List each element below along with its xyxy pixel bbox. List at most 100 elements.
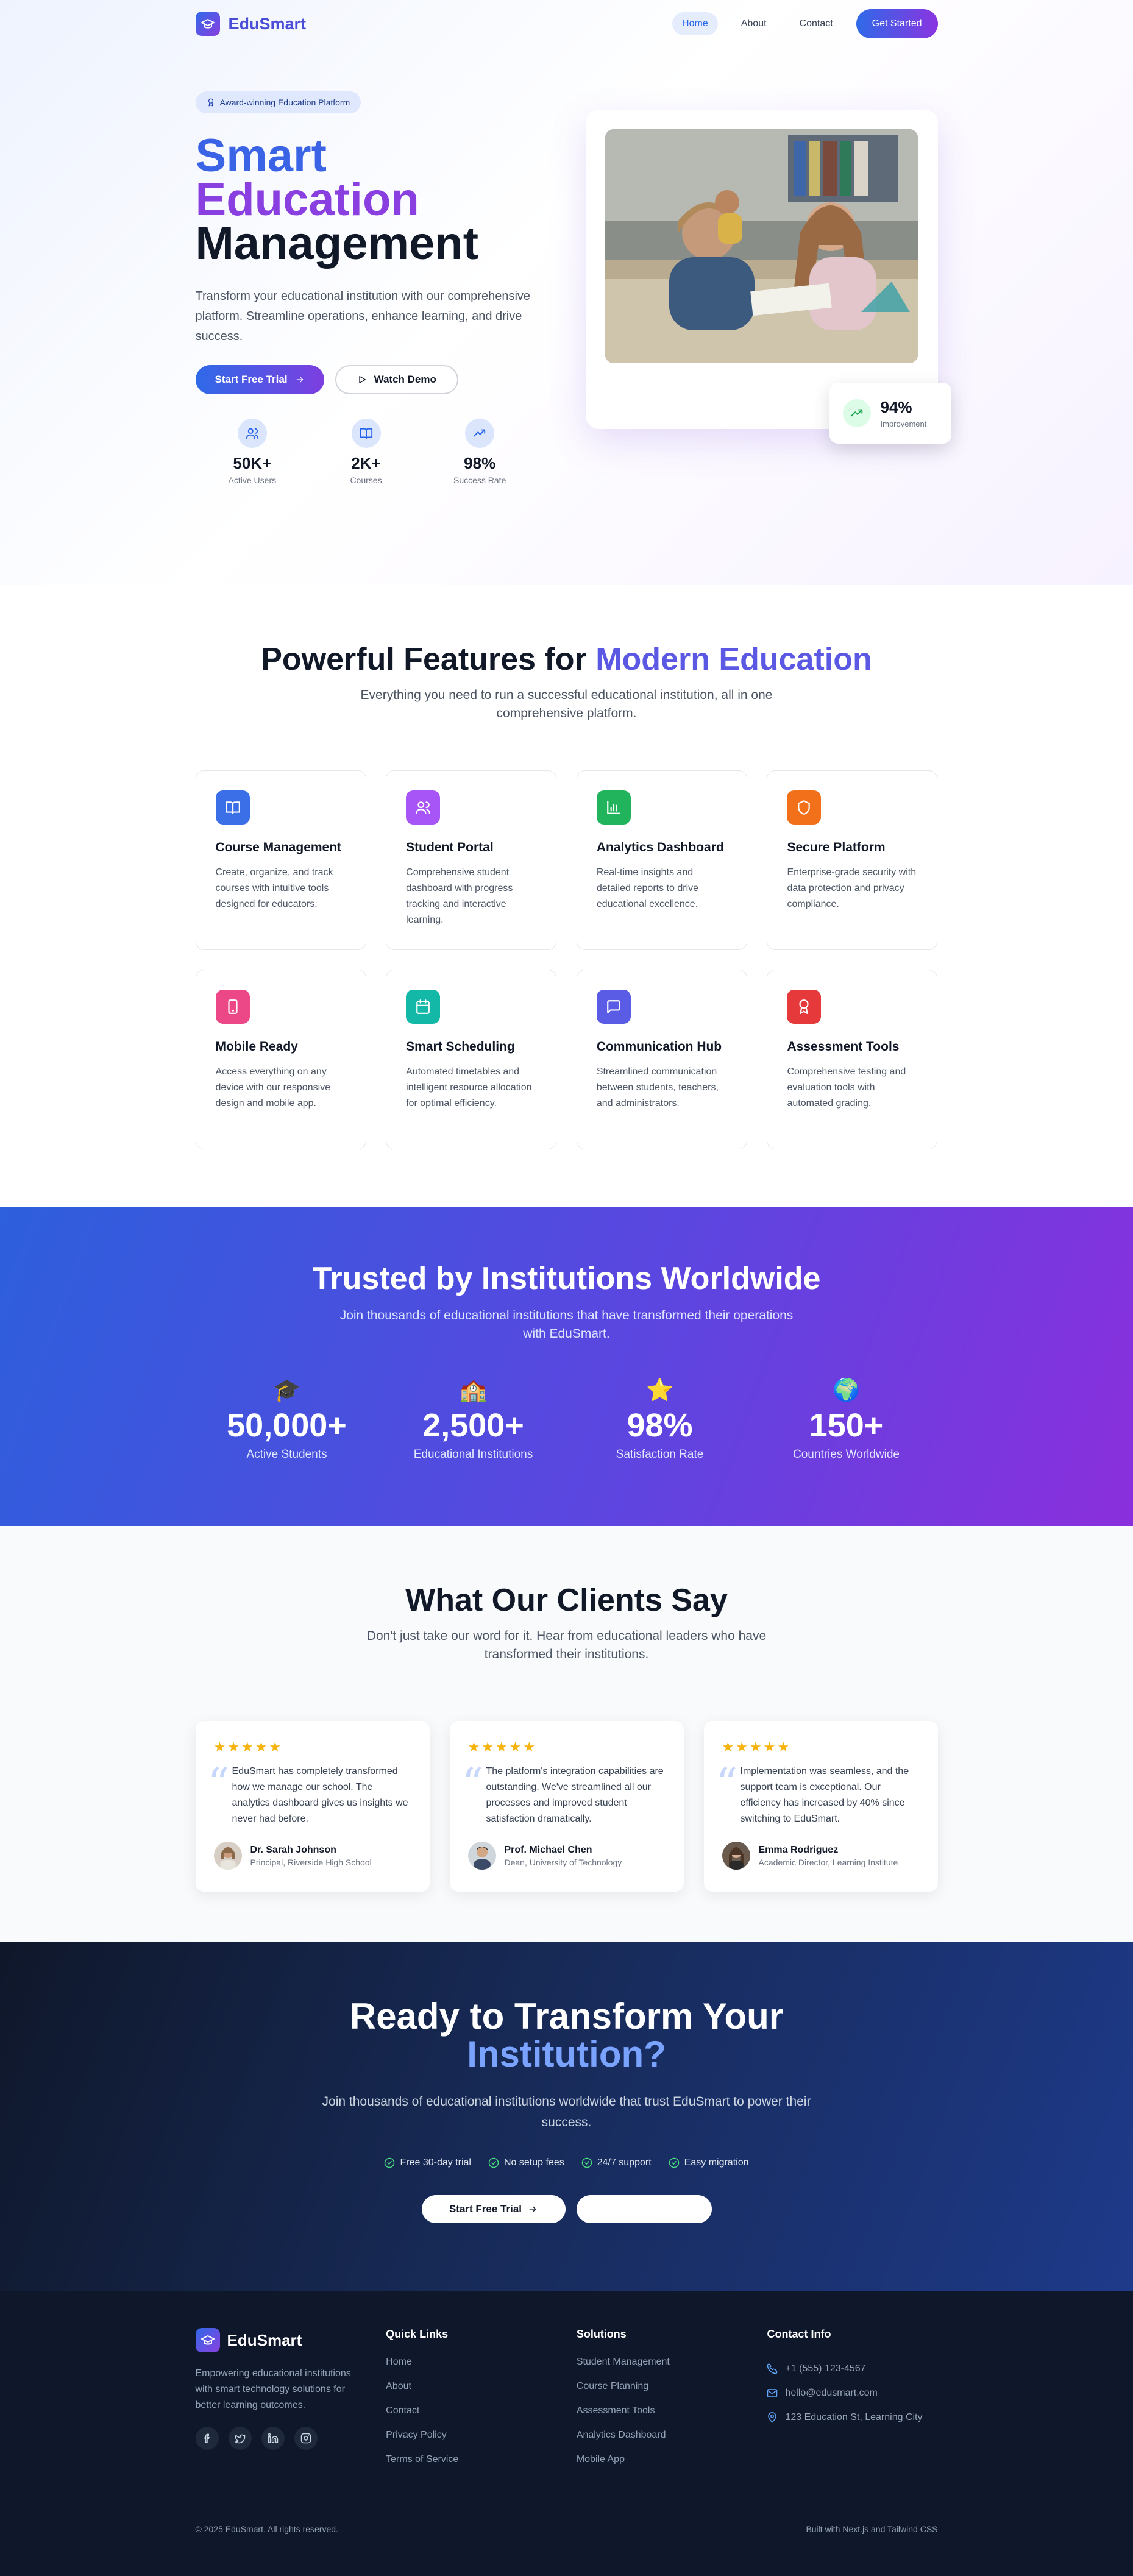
feature-card-secure-platform: Secure Platform Enterprise-grade securit… <box>767 770 938 950</box>
trust-stat-value: 150+ <box>809 1407 884 1444</box>
feature-title: Secure Platform <box>787 840 886 854</box>
get-started-button[interactable]: Get Started <box>856 9 938 38</box>
trust-stats: 🎓 50,000+ Active Students 🏫 2,500+ Educa… <box>196 1377 938 1461</box>
hero-title-line2: Education <box>195 174 419 225</box>
linkedin-icon[interactable] <box>261 2427 285 2450</box>
graduation-cap-emoji-icon: 🎓 <box>273 1377 300 1402</box>
footer-link-student-management[interactable]: Student Management <box>577 2357 747 2381</box>
brand[interactable]: EduSmart <box>195 12 306 36</box>
trust-stat: 🌍 150+ Countries Worldwide <box>755 1377 938 1461</box>
check-item-label: Free 30-day trial <box>400 2157 471 2168</box>
footer-link-terms[interactable]: Terms of Service <box>386 2454 556 2478</box>
testimonial-quote: The platform's integration capabilities … <box>486 1766 664 1824</box>
feature-desc: Real-time insights and detailed reports … <box>596 867 699 909</box>
feature-desc: Automated timetables and intelligent res… <box>406 1066 532 1109</box>
start-free-trial-button[interactable]: Start Free Trial <box>195 365 324 394</box>
hero-title-line1: Smart <box>195 130 327 182</box>
improvement-card: 94% Improvement <box>829 383 951 444</box>
contact-phone[interactable]: +1 (555) 123-4567 <box>767 2357 937 2381</box>
hero-content: Award-winning Education Platform Smart E… <box>195 91 537 485</box>
contact-email[interactable]: hello@edusmart.com <box>767 2381 937 2405</box>
trust-section: Trusted by Institutions Worldwide Join t… <box>0 1207 1133 1526</box>
hero-stat-label: Success Rate <box>453 475 506 485</box>
graduation-cap-icon <box>195 2328 220 2352</box>
smartphone-icon <box>215 990 250 1024</box>
footer-link-mobile-app[interactable]: Mobile App <box>577 2454 747 2478</box>
cta-start-free-trial-button[interactable]: Start Free Trial <box>421 2195 566 2223</box>
footer-link-privacy-policy[interactable]: Privacy Policy <box>386 2430 556 2454</box>
start-free-trial-label: Start Free Trial <box>215 374 288 385</box>
facebook-icon[interactable] <box>195 2427 219 2450</box>
features-grid: Course Management Create, organize, and … <box>195 770 938 1149</box>
rating-stars-icon: ★★★★★ <box>213 1739 283 1755</box>
footer-link-home[interactable]: Home <box>386 2357 556 2381</box>
testimonials-grid: ★★★★★ “ EduSmart has completely transfor… <box>195 1721 938 1892</box>
footer-contact: Contact Info +1 (555) 123-4567 hello@edu… <box>767 2328 937 2478</box>
contact-phone-text: +1 (555) 123-4567 <box>785 2363 866 2374</box>
phone-icon <box>767 2363 778 2374</box>
school-emoji-icon: 🏫 <box>460 1377 487 1402</box>
watch-demo-label: Watch Demo <box>374 374 436 385</box>
footer-link-contact[interactable]: Contact <box>386 2405 556 2430</box>
contact-heading: Contact Info <box>767 2328 831 2340</box>
hero-image-card <box>585 110 938 429</box>
solutions-list: Student Management Course Planning Asses… <box>577 2357 747 2478</box>
feature-title: Mobile Ready <box>215 1040 298 1054</box>
testimonial-card: ★★★★★ “ EduSmart has completely transfor… <box>195 1721 430 1892</box>
footer-brand[interactable]: EduSmart <box>195 2328 366 2352</box>
avatar <box>467 1842 496 1870</box>
trust-stat-value: 2,500+ <box>422 1407 524 1444</box>
quick-links-heading: Quick Links <box>386 2328 449 2340</box>
improvement-value: 94% <box>880 398 912 416</box>
author-name: Dr. Sarah Johnson <box>250 1844 336 1855</box>
watch-demo-button[interactable]: Watch Demo <box>335 365 458 394</box>
cta-secondary-button[interactable] <box>576 2195 712 2223</box>
award-icon <box>787 990 822 1024</box>
testimonial-author: Prof. Michael Chen Dean, University of T… <box>467 1842 666 1870</box>
footer-link-analytics-dashboard[interactable]: Analytics Dashboard <box>577 2430 747 2454</box>
arrow-right-icon <box>295 375 305 385</box>
trust-stat: 🎓 50,000+ Active Students <box>196 1377 378 1461</box>
footer-link-course-planning[interactable]: Course Planning <box>577 2381 747 2405</box>
footer-brand-name: EduSmart <box>227 2330 302 2349</box>
award-icon <box>207 98 215 107</box>
trust-stat-label: Active Students <box>246 1448 327 1461</box>
testimonial-card: ★★★★★ “ Implementation was seamless, and… <box>703 1721 938 1892</box>
nav-link-home[interactable]: Home <box>672 12 718 35</box>
feature-desc: Enterprise-grade security with data prot… <box>787 867 917 909</box>
nav-link-about[interactable]: About <box>731 12 776 35</box>
trust-stat: 🏫 2,500+ Educational Institutions <box>382 1377 565 1461</box>
hero-stat: 98% Success Rate <box>423 419 537 485</box>
navbar: EduSmart Home About Contact Get Started <box>195 0 938 48</box>
star-emoji-icon: ⭐ <box>646 1377 673 1402</box>
award-badge-label: Award-winning Education Platform <box>219 98 350 107</box>
book-icon <box>215 790 250 825</box>
hero-stat-value: 50K+ <box>233 454 272 472</box>
cta-title: Ready to Transform Your Institution? <box>0 1998 1133 2073</box>
feature-desc: Create, organize, and track courses with… <box>215 867 333 909</box>
trust-stat-label: Satisfaction Rate <box>616 1448 704 1461</box>
testimonial-author: Dr. Sarah Johnson Principal, Riverside H… <box>213 1842 411 1870</box>
contact-address-text: 123 Education St, Learning City <box>785 2412 923 2422</box>
play-icon <box>357 375 367 385</box>
feature-title: Analytics Dashboard <box>596 840 724 854</box>
testimonial-quote: Implementation was seamless, and the sup… <box>740 1766 909 1824</box>
footer-link-assessment-tools[interactable]: Assessment Tools <box>577 2405 747 2430</box>
footer-link-about[interactable]: About <box>386 2381 556 2405</box>
rating-stars-icon: ★★★★★ <box>722 1739 792 1755</box>
feature-title: Smart Scheduling <box>406 1040 515 1054</box>
nav-link-contact[interactable]: Contact <box>790 12 843 35</box>
award-badge: Award-winning Education Platform <box>195 91 361 113</box>
feature-card-student-portal: Student Portal Comprehensive student das… <box>386 770 557 950</box>
hero-title: Smart Education Management <box>195 130 537 267</box>
contact-list: +1 (555) 123-4567 hello@edusmart.com 123… <box>767 2357 937 2430</box>
twitter-icon[interactable] <box>228 2427 252 2450</box>
instagram-icon[interactable] <box>294 2427 318 2450</box>
hero-stat-value: 98% <box>464 454 496 472</box>
hero-stat: 2K+ Courses <box>309 419 423 485</box>
improvement-label: Improvement <box>880 419 927 428</box>
contact-address: 123 Education St, Learning City <box>767 2405 937 2430</box>
avatar <box>213 1842 242 1870</box>
solutions-heading: Solutions <box>576 2328 627 2340</box>
hero-stat-label: Active Users <box>228 475 277 485</box>
